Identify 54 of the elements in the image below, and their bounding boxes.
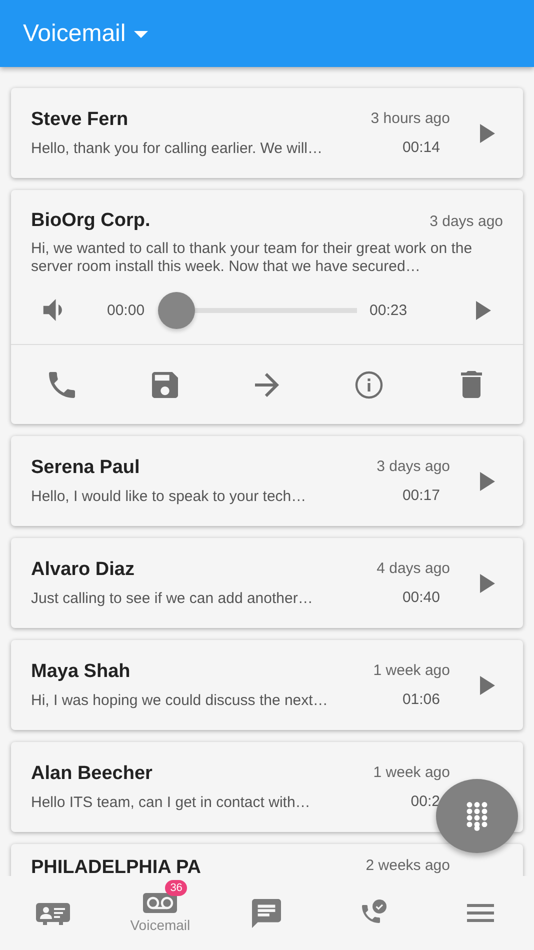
message-time: 1 week ago (373, 662, 450, 679)
info-icon[interactable] (355, 370, 384, 398)
message-time: 3 days ago (430, 212, 503, 230)
message-preview: Hello ITS team, can I get in contact with… (31, 794, 312, 811)
nav-tab[interactable]: 36 Voicemail (106, 876, 214, 950)
menu-icon (467, 904, 494, 922)
save-icon[interactable] (152, 372, 178, 398)
caller-name: BioOrg Corp. (31, 210, 150, 232)
message-preview: Hello, I would like to speak to your tech… (31, 488, 308, 505)
message-time: 2 weeks ago (366, 857, 450, 874)
caller-name: Alvaro Diaz (31, 559, 136, 581)
voicemail-card[interactable]: Serena Paul Hello, I would like to speak to your tech… 3 days ago 00:17 (11, 436, 523, 526)
caret-icon (134, 31, 148, 38)
arrow-icon[interactable] (254, 372, 279, 396)
total-time: 00:23 (370, 302, 408, 318)
caller-name: Maya Shah (31, 661, 132, 683)
play-icon[interactable] (476, 300, 491, 320)
message-time: 4 days ago (376, 560, 450, 577)
message-preview: Hello, thank you for calling earlier. We will… (31, 140, 324, 157)
caller-name: Alan Beecher (31, 763, 154, 785)
voicemail-card[interactable]: PHILADELPHIA PA 2 weeks ago (11, 844, 523, 876)
message-time: 3 days ago (376, 458, 450, 475)
play-icon[interactable] (480, 124, 495, 142)
play-icon[interactable] (480, 472, 495, 490)
count-badge: 36 (165, 880, 188, 896)
play-icon[interactable] (480, 574, 495, 592)
voicemail-card[interactable]: BioOrg Corp. 3 days ago Hi, we wanted to call to thank your team for their great work on the server room install this week. Now that we have secured… 00:00 00:23 (11, 190, 523, 424)
voicemail-card[interactable]: Steve Fern Hello, thank you for calling earlier. We will… 3 hours ago 00:14 (11, 88, 523, 178)
chat-icon (252, 898, 282, 928)
message-duration: 01:06 (402, 691, 440, 708)
trash-icon[interactable] (461, 371, 482, 398)
voicemail-icon (143, 893, 178, 913)
phone-icon[interactable] (49, 372, 76, 398)
voicemail-card[interactable]: Alvaro Diaz Just calling to see if we can add another… 4 days ago 00:40 (11, 538, 523, 628)
message-duration: 00:40 (402, 589, 440, 606)
message-duration: 00:17 (402, 487, 440, 504)
message-preview: Just calling to see if we can add another… (31, 590, 314, 607)
voicemail-card[interactable]: Alan Beecher Hello ITS team, can I get in contact with… 1 week ago 00:2 (11, 742, 523, 832)
caller-name: PHILADELPHIA PA (31, 857, 202, 876)
message-duration: 00:2 (410, 793, 440, 810)
voicemail-card[interactable]: Maya Shah Hi, I was hoping we could discuss the next… 1 week ago 01:06 (11, 640, 523, 730)
caller-name: Steve Fern (31, 109, 130, 131)
volume-icon[interactable] (43, 299, 63, 321)
message-preview: Hi, I was hoping we could discuss the next… (31, 692, 329, 709)
message-time: 1 week ago (373, 764, 450, 781)
message-time: 3 hours ago (370, 110, 450, 127)
message-duration: 00:14 (402, 139, 440, 156)
slider-thumb[interactable] (158, 292, 195, 328)
elapsed-time: 00:00 (107, 302, 145, 318)
dialpad-icon (465, 801, 489, 831)
caller-name: Serena Paul (31, 457, 141, 479)
contact-card-icon (36, 901, 70, 925)
play-icon[interactable] (480, 676, 495, 694)
message-preview: Hi, we wanted to call to thank your team for their great work on the server room install this week. Now that we have secured… (31, 240, 474, 276)
